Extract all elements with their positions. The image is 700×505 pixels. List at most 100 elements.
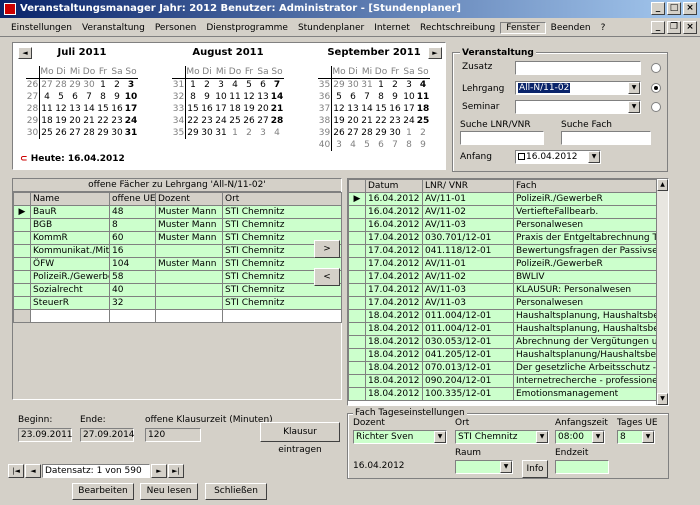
table-cell[interactable]: 58: [109, 270, 156, 284]
table-cell[interactable]: Kommunikat./Mitar: [30, 244, 110, 258]
calendar-day[interactable]: 29: [68, 79, 82, 91]
row-selector[interactable]: [348, 283, 366, 297]
table-cell[interactable]: 17.04.2012: [365, 244, 423, 258]
row-selector[interactable]: [13, 296, 31, 310]
ort-select[interactable]: STI Chemnitz ▼: [455, 430, 549, 444]
calendar-day[interactable]: 12: [242, 91, 256, 103]
calendar-day[interactable]: 23: [110, 115, 124, 127]
calendar-day[interactable]: 15: [96, 103, 110, 115]
table-cell[interactable]: BWLIV: [513, 270, 658, 284]
table-cell[interactable]: Muster Mann: [155, 218, 223, 232]
column-header[interactable]: LNR/ VNR: [422, 179, 514, 193]
table-row[interactable]: ▶ BauR 48 Muster Mann STI Chemnitz: [13, 205, 342, 219]
calendar-day[interactable]: 30: [82, 79, 96, 91]
calendar-day[interactable]: 16: [388, 103, 402, 115]
calendar-day[interactable]: 1: [228, 127, 242, 139]
prev-month-button[interactable]: ◄: [18, 47, 32, 59]
calendar-day[interactable]: 6: [256, 79, 270, 91]
chevron-down-icon[interactable]: ▼: [642, 431, 654, 443]
row-selector[interactable]: [348, 205, 366, 219]
calendar-day[interactable]: 30: [346, 79, 360, 91]
calendar-day[interactable]: 11: [228, 91, 242, 103]
calendar-day[interactable]: 6: [68, 91, 82, 103]
calendar-day[interactable]: 31: [124, 127, 138, 139]
table-cell[interactable]: 8: [109, 218, 156, 232]
calendar-day[interactable]: 16: [200, 103, 214, 115]
calendar-day[interactable]: 19: [54, 115, 68, 127]
calendar-day[interactable]: 14: [360, 103, 374, 115]
calendar-day[interactable]: 4: [40, 91, 54, 103]
calendar-day[interactable]: 25: [416, 115, 430, 127]
suche-fach-input[interactable]: [561, 131, 651, 145]
calendar-day[interactable]: 9: [416, 139, 430, 151]
calendar-day[interactable]: 7: [270, 79, 284, 91]
table-cell[interactable]: 17.04.2012: [365, 231, 423, 245]
calendar-day[interactable]: 5: [332, 91, 346, 103]
calendar-day[interactable]: 17: [214, 103, 228, 115]
calendar-day[interactable]: 18: [40, 115, 54, 127]
calendar-day[interactable]: 31: [360, 79, 374, 91]
table-cell[interactable]: PolizeiR./Gewerbe: [30, 270, 110, 284]
table-cell[interactable]: [155, 283, 223, 297]
lehrgang-radio[interactable]: [651, 83, 661, 93]
scroll-up-icon[interactable]: ▲: [657, 179, 668, 191]
calendar-day[interactable]: 20: [256, 103, 270, 115]
calendar-day[interactable]: 3: [256, 127, 270, 139]
next-record-button[interactable]: ►: [151, 464, 167, 478]
row-selector[interactable]: [348, 374, 366, 388]
calendar-day[interactable]: 28: [360, 127, 374, 139]
table-cell[interactable]: 030.701/12-01: [422, 231, 514, 245]
chevron-down-icon[interactable]: ▼: [500, 461, 512, 473]
calendar-day[interactable]: 1: [374, 79, 388, 91]
calendar-day[interactable]: 5: [54, 91, 68, 103]
table-cell[interactable]: 18.04.2012: [365, 361, 423, 375]
table-row[interactable]: ÖFW 104 Muster Mann STI Chemnitz: [13, 257, 342, 271]
menu-item-stundenplaner[interactable]: Stundenplaner: [293, 23, 369, 33]
calendar-day[interactable]: 18: [416, 103, 430, 115]
table-row[interactable]: Sozialrecht 40 STI Chemnitz: [13, 283, 342, 297]
table-cell[interactable]: 32: [109, 296, 156, 310]
neu-lesen-button[interactable]: Neu lesen: [140, 483, 198, 500]
calendar-day[interactable]: 3: [402, 79, 416, 91]
vertical-scrollbar[interactable]: ▲ ▼: [656, 179, 668, 405]
calendar-day[interactable]: 13: [346, 103, 360, 115]
table-cell[interactable]: STI Chemnitz: [222, 205, 342, 219]
row-selector[interactable]: [348, 361, 366, 375]
table-cell[interactable]: 18.04.2012: [365, 374, 423, 388]
row-selector[interactable]: [348, 322, 366, 336]
table-cell[interactable]: ÖFW: [30, 257, 110, 271]
calendar-day[interactable]: 22: [96, 115, 110, 127]
menu-item-rechtschreibung[interactable]: Rechtschreibung: [415, 23, 500, 33]
calendar-day[interactable]: 7: [388, 139, 402, 151]
menu-item-dienstprogramme[interactable]: Dienstprogramme: [201, 23, 293, 33]
row-selector[interactable]: [348, 244, 366, 258]
row-selector[interactable]: ▶: [13, 205, 31, 219]
column-header[interactable]: Name: [30, 192, 110, 206]
chevron-down-icon[interactable]: ▼: [592, 431, 604, 443]
table-cell[interactable]: Der gesetzliche Arbeitsschutz - Rege: [513, 361, 658, 375]
table-cell[interactable]: Haushaltsplanung, Haushaltsbewir: [513, 309, 658, 323]
chevron-down-icon[interactable]: ▼: [628, 101, 640, 113]
calendar-day[interactable]: 7: [82, 91, 96, 103]
calendar-day[interactable]: 25: [40, 127, 54, 139]
calendar-day[interactable]: 11: [40, 103, 54, 115]
today-label[interactable]: ⊂ Heute: 16.04.2012: [20, 154, 125, 164]
table-cell[interactable]: Bewertungsfragen der Passivseite: [513, 244, 658, 258]
table-cell[interactable]: AV/11-03: [422, 296, 514, 310]
maximize-icon[interactable]: □: [667, 2, 681, 15]
calendar-day[interactable]: 1: [96, 79, 110, 91]
calendar-day[interactable]: 3: [332, 139, 346, 151]
table-cell[interactable]: Personalwesen: [513, 218, 658, 232]
calendar-day[interactable]: 8: [374, 91, 388, 103]
table-row[interactable]: 18.04.2012 030.053/12-01 Abrechnung der Ve…: [348, 335, 658, 349]
table-cell[interactable]: Haushaltsplanung/Haushaltsbewir: [513, 348, 658, 362]
table-cell[interactable]: 100.335/12-01: [422, 387, 514, 401]
first-record-button[interactable]: |◄: [8, 464, 24, 478]
calendar-day[interactable]: 30: [200, 127, 214, 139]
table-cell[interactable]: 011.004/12-01: [422, 322, 514, 336]
calendar-day[interactable]: 24: [214, 115, 228, 127]
table-cell[interactable]: AV/11-01: [422, 192, 514, 206]
table-cell[interactable]: KommR: [30, 231, 110, 245]
record-counter[interactable]: Datensatz: 1 von 590: [42, 464, 150, 478]
calendar-day[interactable]: 3: [214, 79, 228, 91]
